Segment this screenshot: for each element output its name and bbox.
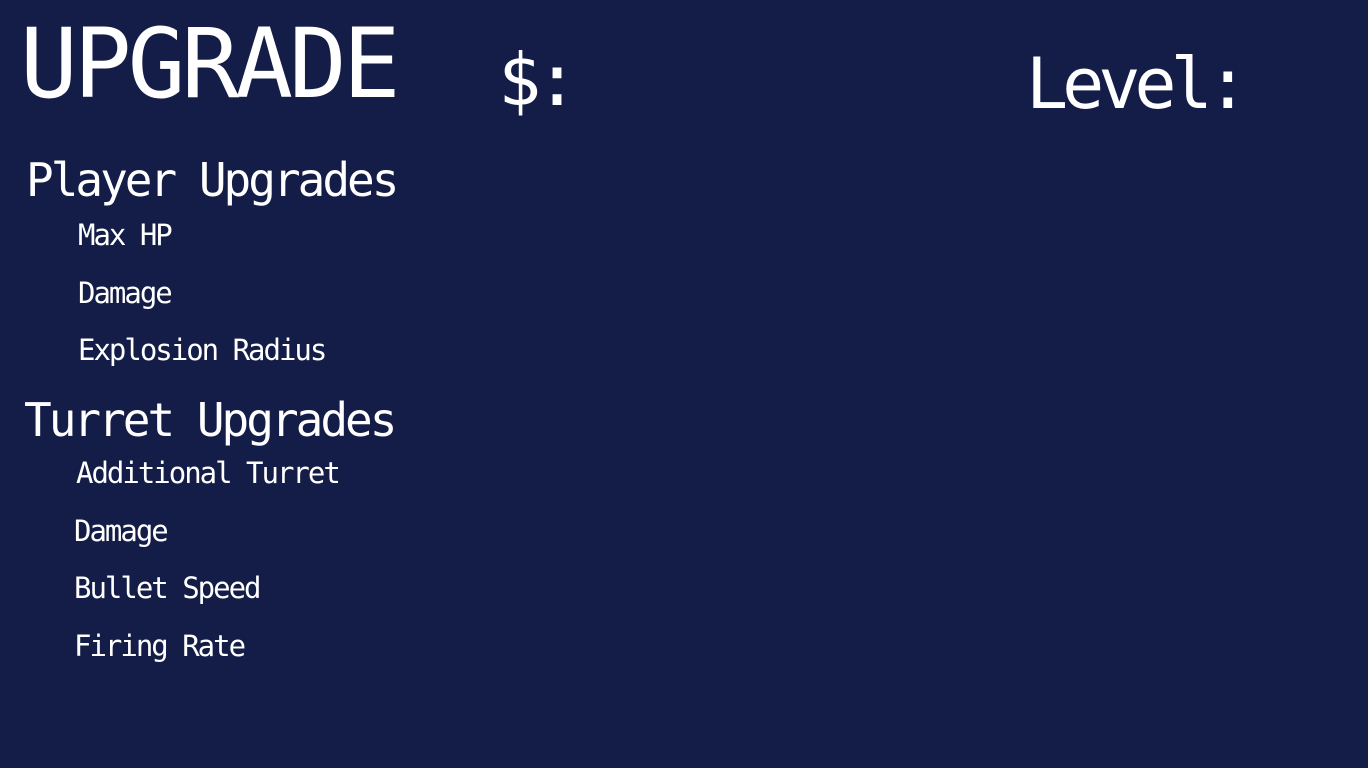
upgrade-explosion-radius-button[interactable]: Explosion Radius	[78, 333, 327, 367]
upgrade-additional-turret-button[interactable]: Additional Turret	[76, 456, 341, 490]
money-label: $:	[498, 38, 579, 122]
turret-upgrades-title: Turret Upgrades	[24, 393, 397, 447]
upgrade-max-hp-button[interactable]: Max HP	[78, 218, 173, 252]
level-label: Level:	[1026, 43, 1249, 125]
upgrade-player-damage-button[interactable]: Damage	[78, 276, 173, 310]
upgrade-firing-rate-button[interactable]: Firing Rate	[74, 629, 246, 663]
player-upgrades-title: Player Upgrades	[26, 153, 399, 207]
upgrade-turret-damage-button[interactable]: Damage	[74, 514, 169, 548]
upgrade-title: UPGRADE	[20, 8, 401, 120]
upgrade-bullet-speed-button[interactable]: Bullet Speed	[74, 571, 262, 605]
